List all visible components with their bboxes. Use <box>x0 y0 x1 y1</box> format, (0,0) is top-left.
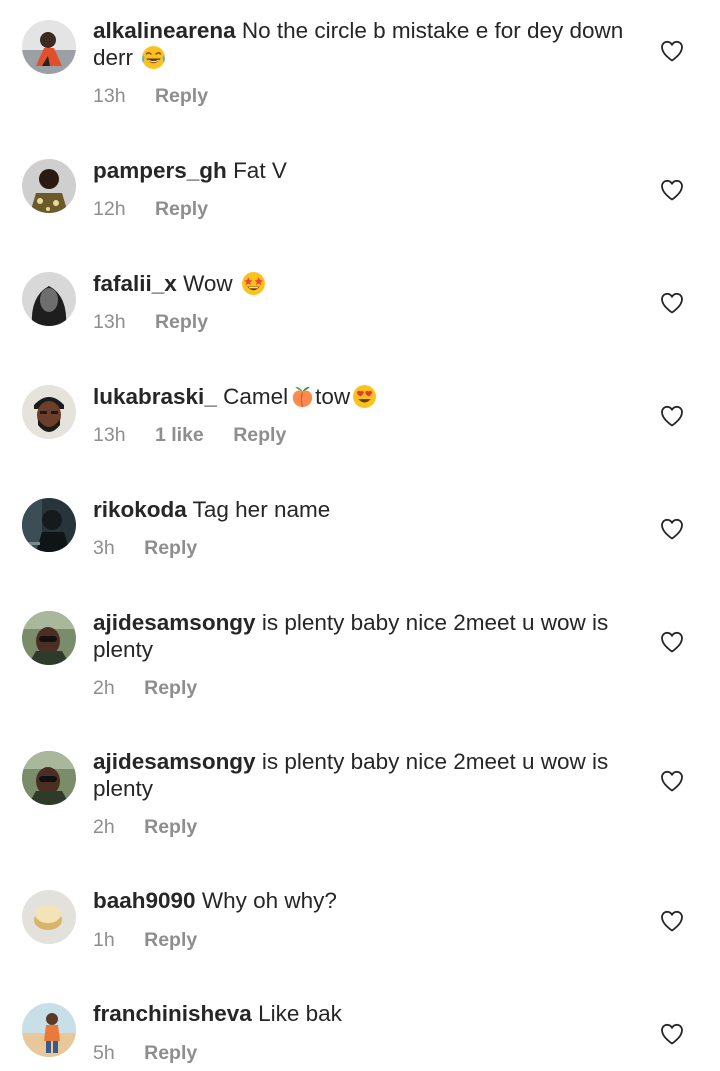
comment-body-part2: tow <box>315 384 351 409</box>
comment-meta: 2h Reply <box>93 816 197 838</box>
comment-meta: 5h Reply <box>93 1042 197 1064</box>
comment-meta: 2h Reply <box>93 677 197 699</box>
heart-outline-icon[interactable] <box>660 40 684 62</box>
face-with-tears-of-joy-icon <box>141 45 166 70</box>
timestamp: 2h <box>93 816 115 838</box>
reply-button[interactable]: Reply <box>144 1042 197 1064</box>
comment-meta: 13h Reply <box>93 85 208 107</box>
username-link[interactable]: ajidesamsongy <box>93 610 256 635</box>
comment-meta: 13h 1 like Reply <box>93 424 286 446</box>
username-link[interactable]: rikokoda <box>93 497 187 522</box>
avatar[interactable] <box>22 20 76 74</box>
avatar[interactable] <box>22 751 76 805</box>
avatar[interactable] <box>22 1003 76 1057</box>
comment-text: alkalinearena No the circle b mistake e … <box>93 17 628 71</box>
timestamp: 5h <box>93 1042 115 1064</box>
comment-text: ajidesamsongy is plenty baby nice 2meet … <box>93 609 628 663</box>
timestamp: 2h <box>93 677 115 699</box>
comment-text: baah9090 Why oh why? <box>93 887 628 914</box>
comment-text: pampers_gh Fat V <box>93 157 628 184</box>
avatar[interactable] <box>22 890 76 944</box>
heart-outline-icon[interactable] <box>660 518 684 540</box>
username-link[interactable]: fafalii_x <box>93 271 177 296</box>
heart-outline-icon[interactable] <box>660 405 684 427</box>
timestamp: 3h <box>93 537 115 559</box>
comment-body: Tag her name <box>192 497 331 522</box>
star-struck-icon <box>241 271 266 296</box>
avatar[interactable] <box>22 272 76 326</box>
reply-button[interactable]: Reply <box>144 677 197 699</box>
heart-outline-icon[interactable] <box>660 1023 684 1045</box>
reply-button[interactable]: Reply <box>155 311 208 333</box>
timestamp: 12h <box>93 198 126 220</box>
timestamp: 13h <box>93 85 126 107</box>
heart-outline-icon[interactable] <box>660 292 684 314</box>
avatar[interactable] <box>22 159 76 213</box>
reply-button[interactable]: Reply <box>144 929 197 951</box>
username-link[interactable]: baah9090 <box>93 888 196 913</box>
avatar[interactable] <box>22 611 76 665</box>
timestamp: 13h <box>93 311 126 333</box>
heart-outline-icon[interactable] <box>660 910 684 932</box>
comment-body: Wow <box>183 271 233 296</box>
timestamp: 13h <box>93 424 126 446</box>
avatar[interactable] <box>22 385 76 439</box>
reply-button[interactable]: Reply <box>155 198 208 220</box>
comment-meta: 13h Reply <box>93 311 208 333</box>
timestamp: 1h <box>93 929 115 951</box>
comment-text: rikokoda Tag her name <box>93 496 628 523</box>
comment-body-part1: Camel <box>223 384 289 409</box>
comment-text: fafalii_x Wow <box>93 270 628 297</box>
reply-button[interactable]: Reply <box>144 816 197 838</box>
username-link[interactable]: franchinisheva <box>93 1001 252 1026</box>
username-link[interactable]: alkalinearena <box>93 18 236 43</box>
likes-count-button[interactable]: 1 like <box>155 424 204 446</box>
heart-outline-icon[interactable] <box>660 631 684 653</box>
reply-button[interactable]: Reply <box>155 85 208 107</box>
comment-meta: 3h Reply <box>93 537 197 559</box>
comment-meta: 12h Reply <box>93 198 208 220</box>
comment-text: franchinisheva Like bak <box>93 1000 628 1027</box>
heart-outline-icon[interactable] <box>660 770 684 792</box>
peach-icon <box>290 384 315 409</box>
comment-text: ajidesamsongy is plenty baby nice 2meet … <box>93 748 628 802</box>
reply-button[interactable]: Reply <box>233 424 286 446</box>
comment-body: Fat V <box>233 158 287 183</box>
heart-eyes-icon <box>352 384 377 409</box>
comment-body: Like bak <box>258 1001 342 1026</box>
username-link[interactable]: lukabraski_ <box>93 384 217 409</box>
username-link[interactable]: ajidesamsongy <box>93 749 256 774</box>
avatar[interactable] <box>22 498 76 552</box>
comment-text: lukabraski_ Camel tow <box>93 383 628 410</box>
username-link[interactable]: pampers_gh <box>93 158 227 183</box>
comment-meta: 1h Reply <box>93 929 197 951</box>
heart-outline-icon[interactable] <box>660 179 684 201</box>
comment-body: Why oh why? <box>201 888 337 913</box>
reply-button[interactable]: Reply <box>144 537 197 559</box>
